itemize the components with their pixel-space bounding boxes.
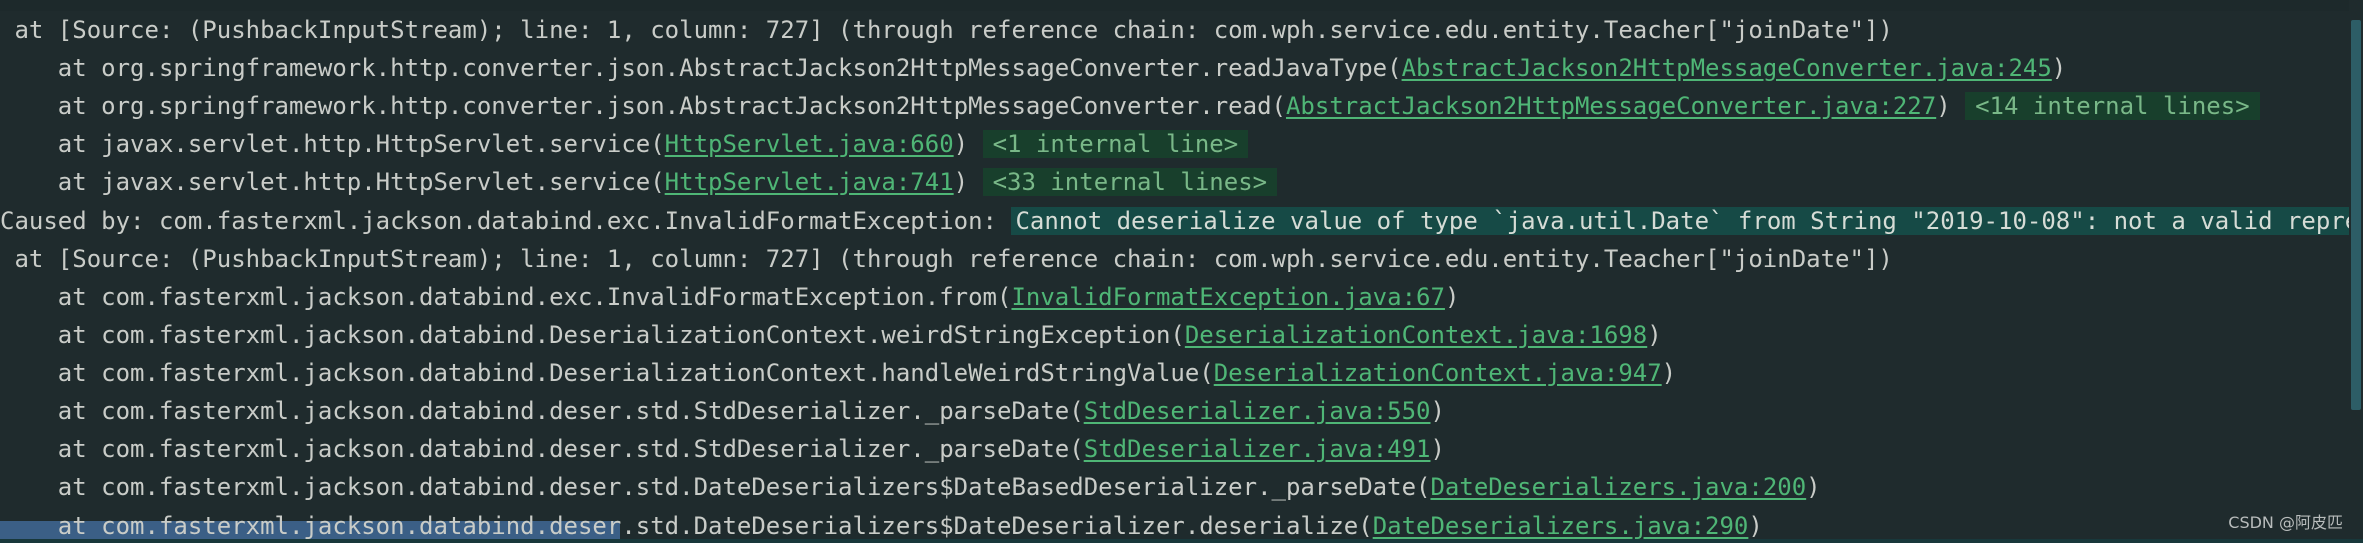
vertical-scrollbar[interactable]: [2349, 0, 2363, 543]
console-line: at javax.servlet.http.HttpServlet.servic…: [0, 163, 1278, 201]
console-output[interactable]: at [Source: (PushbackInputStream); line:…: [0, 0, 2363, 543]
source-link[interactable]: AbstractJackson2HttpMessageConverter.jav…: [1402, 54, 2052, 82]
line-text: at org.springframework.http.converter.js…: [0, 92, 1286, 120]
console-line: at org.springframework.http.converter.js…: [0, 87, 2260, 125]
line-text-end: ): [1936, 92, 1966, 120]
line-text: at com.fasterxml.jackson.databind.exc.In…: [0, 283, 1012, 311]
line-text: at com.fasterxml.jackson.databind.Deseri…: [0, 359, 1214, 387]
line-text-end: ): [1430, 397, 1445, 425]
source-link[interactable]: DateDeserializers.java:200: [1430, 473, 1806, 501]
console-line-caused-by: Caused by: com.fasterxml.jackson.databin…: [0, 202, 2363, 240]
source-link[interactable]: StdDeserializer.java:491: [1084, 435, 1431, 463]
source-link[interactable]: AbstractJackson2HttpMessageConverter.jav…: [1286, 92, 1936, 120]
line-text: at javax.servlet.http.HttpServlet.servic…: [0, 168, 665, 196]
source-link[interactable]: HttpServlet.java:741: [665, 168, 954, 196]
line-text: at com.fasterxml.jackson.databind.deser.…: [0, 397, 1084, 425]
line-text-end: ): [953, 130, 983, 158]
line-text-end: ): [1748, 512, 1763, 540]
exception-message-highlight: Cannot deserialize value of type `java.u…: [1011, 207, 2363, 235]
source-link[interactable]: DeserializationContext.java:1698: [1185, 321, 1647, 349]
console-line: at com.fasterxml.jackson.databind.deser.…: [0, 468, 1821, 506]
internal-lines-fold[interactable]: <14 internal lines>: [1965, 92, 2260, 120]
line-text-end: ): [1806, 473, 1821, 501]
console-line: at javax.servlet.http.HttpServlet.servic…: [0, 125, 1249, 163]
line-text: at javax.servlet.http.HttpServlet.servic…: [0, 130, 665, 158]
watermark: CSDN @阿皮匹: [2228, 513, 2343, 532]
console-line: at com.fasterxml.jackson.databind.Deseri…: [0, 316, 1662, 354]
line-text: at [Source: (PushbackInputStream); line:…: [0, 245, 1893, 273]
source-link[interactable]: DateDeserializers.java:290: [1373, 512, 1749, 540]
source-link[interactable]: InvalidFormatException.java:67: [1011, 283, 1444, 311]
console-top-edge: [0, 0, 2363, 11]
line-text-end: ): [1661, 359, 1677, 387]
line-text-end: ): [1647, 321, 1662, 349]
line-text-end: ): [2051, 54, 2067, 82]
console-line: at com.fasterxml.jackson.databind.deser.…: [0, 392, 1445, 430]
line-text-end: ): [1444, 283, 1460, 311]
line-text: at com.fasterxml.jackson.databind.deser.…: [0, 435, 1084, 463]
console-line: at com.fasterxml.jackson.databind.exc.In…: [0, 278, 1460, 316]
console-line: at com.fasterxml.jackson.databind.Deseri…: [0, 354, 1676, 392]
line-text: at org.springframework.http.converter.js…: [0, 54, 1402, 82]
source-link[interactable]: DeserializationContext.java:947: [1214, 359, 1662, 387]
console-line: at com.fasterxml.jackson.databind.deser.…: [0, 507, 1763, 543]
console-line: at [Source: (PushbackInputStream); line:…: [0, 11, 1893, 49]
console-line: at [Source: (PushbackInputStream); line:…: [0, 240, 1893, 278]
line-text-end: ): [953, 168, 983, 196]
scrollbar-thumb[interactable]: [2351, 20, 2361, 410]
line-text: at com.fasterxml.jackson.databind.deser.…: [0, 473, 1431, 501]
internal-lines-fold[interactable]: <1 internal line>: [982, 130, 1249, 158]
source-link[interactable]: StdDeserializer.java:550: [1084, 397, 1431, 425]
console-line: at com.fasterxml.jackson.databind.deser.…: [0, 430, 1445, 468]
internal-lines-fold[interactable]: <33 internal lines>: [982, 168, 1278, 196]
line-text: at com.fasterxml.jackson.databind.deser.…: [0, 512, 1373, 540]
source-link[interactable]: HttpServlet.java:660: [665, 130, 954, 158]
line-text: at com.fasterxml.jackson.databind.Deseri…: [0, 321, 1185, 349]
console-line: at org.springframework.http.converter.js…: [0, 49, 2066, 87]
line-text-end: ): [1430, 435, 1445, 463]
console-bottom-edge: [0, 539, 2363, 543]
line-text: Caused by: com.fasterxml.jackson.databin…: [0, 207, 1012, 235]
line-text: at [Source: (PushbackInputStream); line:…: [0, 16, 1893, 44]
